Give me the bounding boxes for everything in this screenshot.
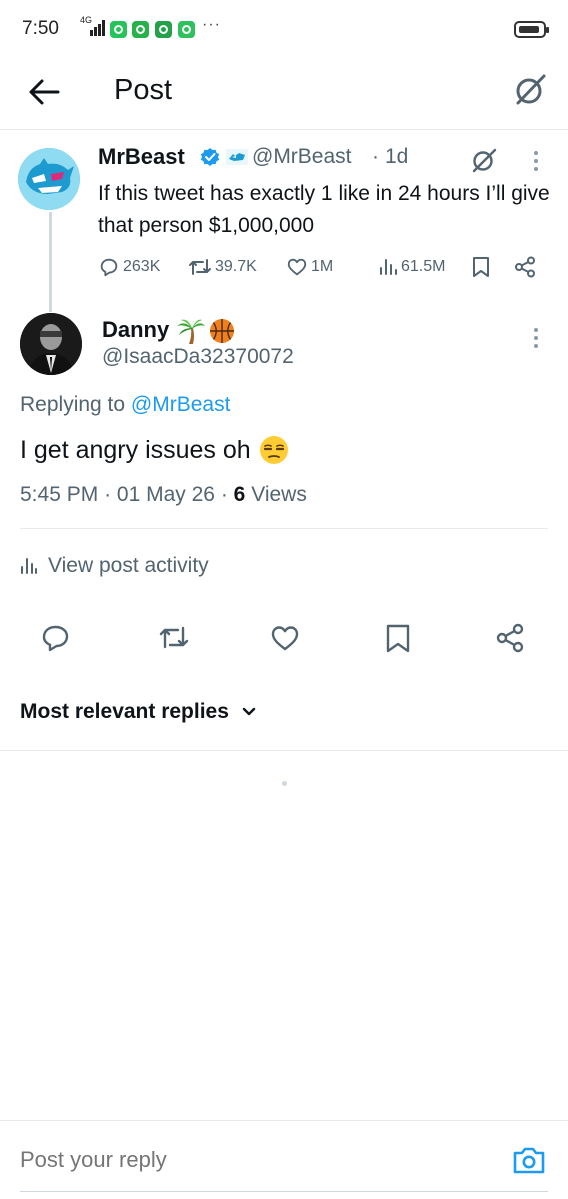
- more-notifications-icon: ···: [202, 16, 221, 33]
- reply-count-button[interactable]: 263K: [98, 252, 160, 282]
- post-text: I get angry issues oh: [20, 435, 289, 465]
- view-post-activity-button[interactable]: View post activity: [20, 552, 209, 580]
- avatar[interactable]: [18, 148, 80, 210]
- post-date: 01 May 26: [116, 483, 215, 506]
- top-app-bar: Post: [0, 60, 568, 130]
- share-icon: [515, 256, 535, 278]
- reply-sort-label: Most relevant replies: [20, 700, 229, 723]
- profile-photo-icon: [20, 313, 82, 375]
- bookmark-icon[interactable]: [382, 622, 414, 654]
- input-underline: [20, 1191, 548, 1192]
- mention-link[interactable]: @MrBeast: [131, 393, 231, 416]
- palm-tree-emoji-icon: [177, 319, 205, 344]
- post-metadata: 5:45 PM · 01 May 26 · 6 Views: [20, 483, 307, 507]
- bookmark-button[interactable]: [470, 252, 495, 282]
- repost-count: 39.7K: [215, 258, 257, 275]
- views-label: Views: [251, 483, 307, 506]
- verified-badge-icon[interactable]: [200, 147, 220, 167]
- chevron-down-icon: [242, 707, 256, 716]
- analytics-icon: [21, 558, 37, 574]
- thread-connector: [49, 212, 52, 312]
- avatar[interactable]: [20, 313, 82, 375]
- parent-post[interactable]: MrBeast @MrBeast · 1d If this tweet has …: [0, 130, 568, 312]
- post-actions-bar: [0, 620, 568, 660]
- battery-icon: [514, 21, 549, 38]
- author-handle[interactable]: @IsaacDa32370072: [102, 345, 294, 369]
- post-time: 5:45 PM: [20, 483, 99, 506]
- status-bar: 7:50 4G ···: [0, 0, 568, 60]
- reply-icon[interactable]: [40, 622, 72, 654]
- mrbeast-logo-icon: [18, 148, 80, 210]
- status-time: 7:50: [22, 18, 59, 39]
- view-count-button[interactable]: 61.5M: [378, 252, 445, 282]
- snapchat-notification-icon: [132, 21, 149, 38]
- post-text: If this tweet has exactly 1 like in 24 h…: [98, 182, 550, 237]
- engagement-bar: 263K 39.7K 1M 61.5M: [98, 252, 558, 282]
- reply-composer: [0, 1120, 568, 1199]
- app-notification-icon: [155, 21, 172, 38]
- repost-icon: [189, 259, 211, 275]
- replying-to: Replying to @MrBeast: [20, 393, 230, 417]
- reply-count: 263K: [123, 258, 161, 275]
- author-name[interactable]: Danny: [102, 317, 169, 343]
- share-button[interactable]: [513, 252, 540, 282]
- post-text-body: I get angry issues oh: [20, 435, 251, 464]
- message-notification-icon: [178, 21, 195, 38]
- replying-prefix: Replying to: [20, 393, 126, 416]
- separator: ·: [220, 483, 228, 506]
- more-options-icon[interactable]: [528, 325, 544, 353]
- affiliate-badge-icon[interactable]: [226, 149, 248, 165]
- basketball-emoji-icon: [210, 319, 234, 343]
- divider: [20, 528, 548, 529]
- author-name[interactable]: MrBeast: [98, 144, 185, 170]
- separator: ·: [104, 483, 112, 506]
- grok-icon[interactable]: [512, 72, 548, 108]
- reply-icon: [100, 258, 118, 277]
- view-count: 61.5M: [401, 258, 446, 275]
- share-icon[interactable]: [494, 622, 526, 654]
- loading-indicator: [282, 781, 287, 786]
- back-arrow-icon[interactable]: [24, 74, 64, 110]
- signal-icon: [90, 20, 105, 36]
- reply-sort-dropdown[interactable]: Most relevant replies: [20, 700, 257, 724]
- page-title: Post: [114, 74, 173, 106]
- author-handle[interactable]: @MrBeast: [252, 145, 352, 169]
- views-count: 6: [233, 483, 246, 506]
- view-post-activity-label: View post activity: [48, 554, 209, 577]
- divider: [0, 750, 568, 751]
- bookmark-icon: [473, 257, 489, 277]
- repost-icon[interactable]: [158, 622, 190, 654]
- reply-input[interactable]: [20, 1147, 470, 1173]
- more-options-icon[interactable]: [528, 148, 544, 176]
- like-count: 1M: [311, 258, 334, 275]
- whatsapp-notification-icon: [110, 21, 127, 38]
- heart-icon[interactable]: [269, 622, 301, 654]
- post-time[interactable]: 1d: [385, 145, 408, 169]
- heart-icon: [287, 258, 307, 276]
- like-count-button[interactable]: 1M: [286, 252, 333, 282]
- repost-count-button[interactable]: 39.7K: [188, 252, 257, 282]
- separator: ·: [372, 145, 379, 168]
- camera-icon[interactable]: [512, 1145, 546, 1175]
- analytics-icon: [380, 259, 397, 275]
- unamused-face-emoji-icon: [259, 436, 288, 464]
- grok-icon[interactable]: [470, 146, 498, 174]
